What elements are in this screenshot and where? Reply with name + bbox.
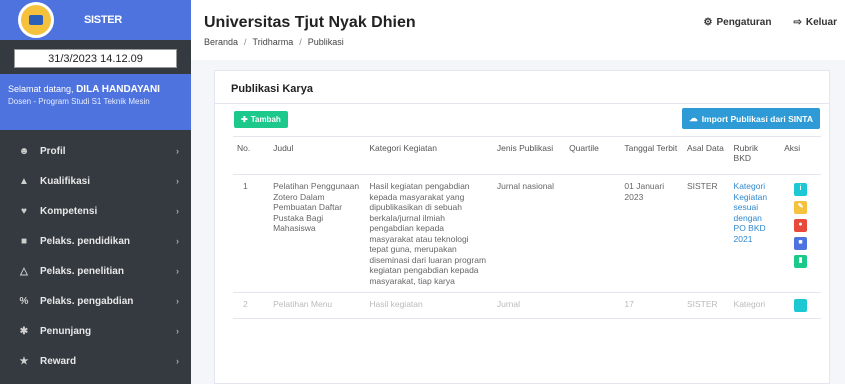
university-logo [18,2,54,38]
trash-icon: ● [798,221,803,229]
sidebar-item-pengabdian[interactable]: % Pelaks. pengabdian › [0,286,191,316]
sidebar-item-label: Pelaks. penelitian [40,265,124,277]
brand-name: SISTER [84,14,122,26]
chevron-right-icon: › [176,236,179,246]
file-button[interactable]: ▮ [794,255,808,268]
col-asal: Asal Data [682,136,730,175]
sidebar: SISTER 31/3/2023 14.12.09 Selamat datang… [0,0,191,384]
settings-link[interactable]: ⚙ Pengaturan [704,17,772,28]
sidebar-item-label: Pelaks. pendidikan [40,235,131,247]
info-button[interactable]: i [794,183,808,196]
breadcrumb: Beranda / Tridharma / Publikasi [204,37,344,47]
col-judul: Judul [269,136,366,175]
breadcrumb-tridharma[interactable]: Tridharma [253,37,294,47]
chevron-right-icon: › [176,176,179,186]
cell-jenis: Jurnal [492,292,566,319]
cell-tanggal: 01 Januari 2023 [620,174,683,293]
chevron-right-icon: › [176,146,179,156]
sidebar-item-penelitian[interactable]: △ Pelaks. penelitian › [0,256,191,286]
cell-judul: Pelatihan Penggunaan Zotero Dalam Pembua… [269,174,366,293]
user-name: DILA HANDAYANI [76,84,160,95]
sidebar-item-label: Reward [40,355,77,367]
info-button[interactable] [794,299,808,312]
cell-judul: Pelatihan Menu [269,292,366,319]
cell-aksi: i ✎ ● ■ ▮ [780,174,821,293]
col-kategori: Kategori Kegiatan [365,136,493,175]
user-info: Selamat datang, DILA HANDAYANI Dosen - P… [0,74,191,130]
chevron-right-icon: › [176,356,179,366]
add-button[interactable]: ✚ Tambah [234,111,288,128]
table-row: 1 Pelatihan Penggunaan Zotero Dalam Pemb… [233,174,821,293]
table-row: 2 Pelatihan Menu Hasil kegiatan Jurnal 1… [233,292,821,319]
gear-icon: ✱ [19,325,29,337]
document-icon: ■ [798,239,803,247]
publikasi-card: Publikasi Karya ✚ Tambah ☁ Import Publikas… [214,70,830,384]
card-title: Publikasi Karya [215,71,829,104]
cell-rubrik-link[interactable]: Kategori [729,292,781,319]
sidebar-item-label: Penunjang [40,325,92,337]
import-sinta-button[interactable]: ☁ Import Publikasi dari SINTA [682,108,820,129]
cell-kategori: Hasil kegiatan pengabdian kepada masyara… [365,174,493,293]
sidebar-item-reward[interactable]: ★ Reward › [0,346,191,376]
sidebar-item-kompetensi[interactable]: ♥ Kompetensi › [0,196,191,226]
cell-asal: SISTER [682,292,730,319]
sidebar-item-label: Pelaks. pengabdian [40,295,134,307]
sidebar-menu: ☻ Profil › ▲ Kualifikasi › ♥ Kompetensi › ■ Pel… [0,136,191,376]
cell-tanggal: 17 [620,292,683,319]
document-button[interactable]: ■ [794,237,808,250]
sidebar-item-kualifikasi[interactable]: ▲ Kualifikasi › [0,166,191,196]
sidebar-item-label: Kompetensi [40,205,98,217]
logout-link[interactable]: ⇨ Keluar [793,17,837,28]
delete-button[interactable]: ● [794,219,808,232]
trophy-icon: ★ [19,355,29,367]
page-header: Universitas Tjut Nyak Dhien Beranda / Trid… [191,0,845,60]
cell-asal: SISTER [682,174,730,293]
table-header-row: No. Judul Kategori Kegiatan Jenis Publik… [233,136,821,175]
user-role: Dosen - Program Studi S1 Teknik Mesin [8,97,150,106]
flask-icon: △ [20,265,28,277]
gear-icon: ⚙ [703,17,713,28]
col-tanggal: Tanggal Terbit [620,136,683,175]
publikasi-table: No. Judul Kategori Kegiatan Jenis Publik… [233,136,821,319]
user-icon: ☻ [18,145,30,157]
handshake-icon: ♥ [21,205,27,217]
plus-icon: ✚ [241,115,248,124]
chevron-right-icon: › [176,326,179,336]
edit-button[interactable]: ✎ [794,201,808,214]
col-rubrik: Rubrik BKD [729,136,781,175]
cell-no: 1 [233,174,270,293]
cell-no: 2 [233,292,270,319]
file-icon: ▮ [798,257,803,265]
info-icon: i [799,185,802,193]
logout-icon: ⇨ [793,17,802,28]
cell-aksi [780,292,821,319]
chevron-right-icon: › [176,266,179,276]
col-no: No. [233,136,270,175]
cell-quartile [565,292,621,319]
cell-jenis: Jurnal nasional [492,174,566,293]
datetime-display: 31/3/2023 14.12.09 [14,49,177,68]
chevron-right-icon: › [176,296,179,306]
breadcrumb-publikasi: Publikasi [307,37,344,47]
percent-icon: % [19,295,29,307]
brand-bar: SISTER [0,0,191,40]
cell-quartile [565,174,621,293]
sidebar-item-pendidikan[interactable]: ■ Pelaks. pendidikan › [0,226,191,256]
breadcrumb-beranda[interactable]: Beranda [204,37,238,47]
col-jenis: Jenis Publikasi [492,136,566,175]
cell-kategori: Hasil kegiatan [365,292,493,319]
graduation-icon: ▲ [19,175,29,187]
book-icon: ■ [20,235,28,247]
sidebar-item-penunjang[interactable]: ✱ Penunjang › [0,316,191,346]
sidebar-item-profil[interactable]: ☻ Profil › [0,136,191,166]
chevron-right-icon: › [176,206,179,216]
sidebar-item-label: Kualifikasi [40,175,91,187]
cloud-upload-icon: ☁ [689,113,698,123]
edit-icon: ✎ [797,203,804,211]
col-aksi: Aksi [780,136,821,175]
sidebar-item-label: Profil [40,145,66,157]
welcome-text: Selamat datang, [8,84,74,94]
cell-rubrik-link[interactable]: Kategori Kegiatan sesuai dengan PO BKD 2… [729,174,781,293]
col-quartile: Quartile [565,136,621,175]
